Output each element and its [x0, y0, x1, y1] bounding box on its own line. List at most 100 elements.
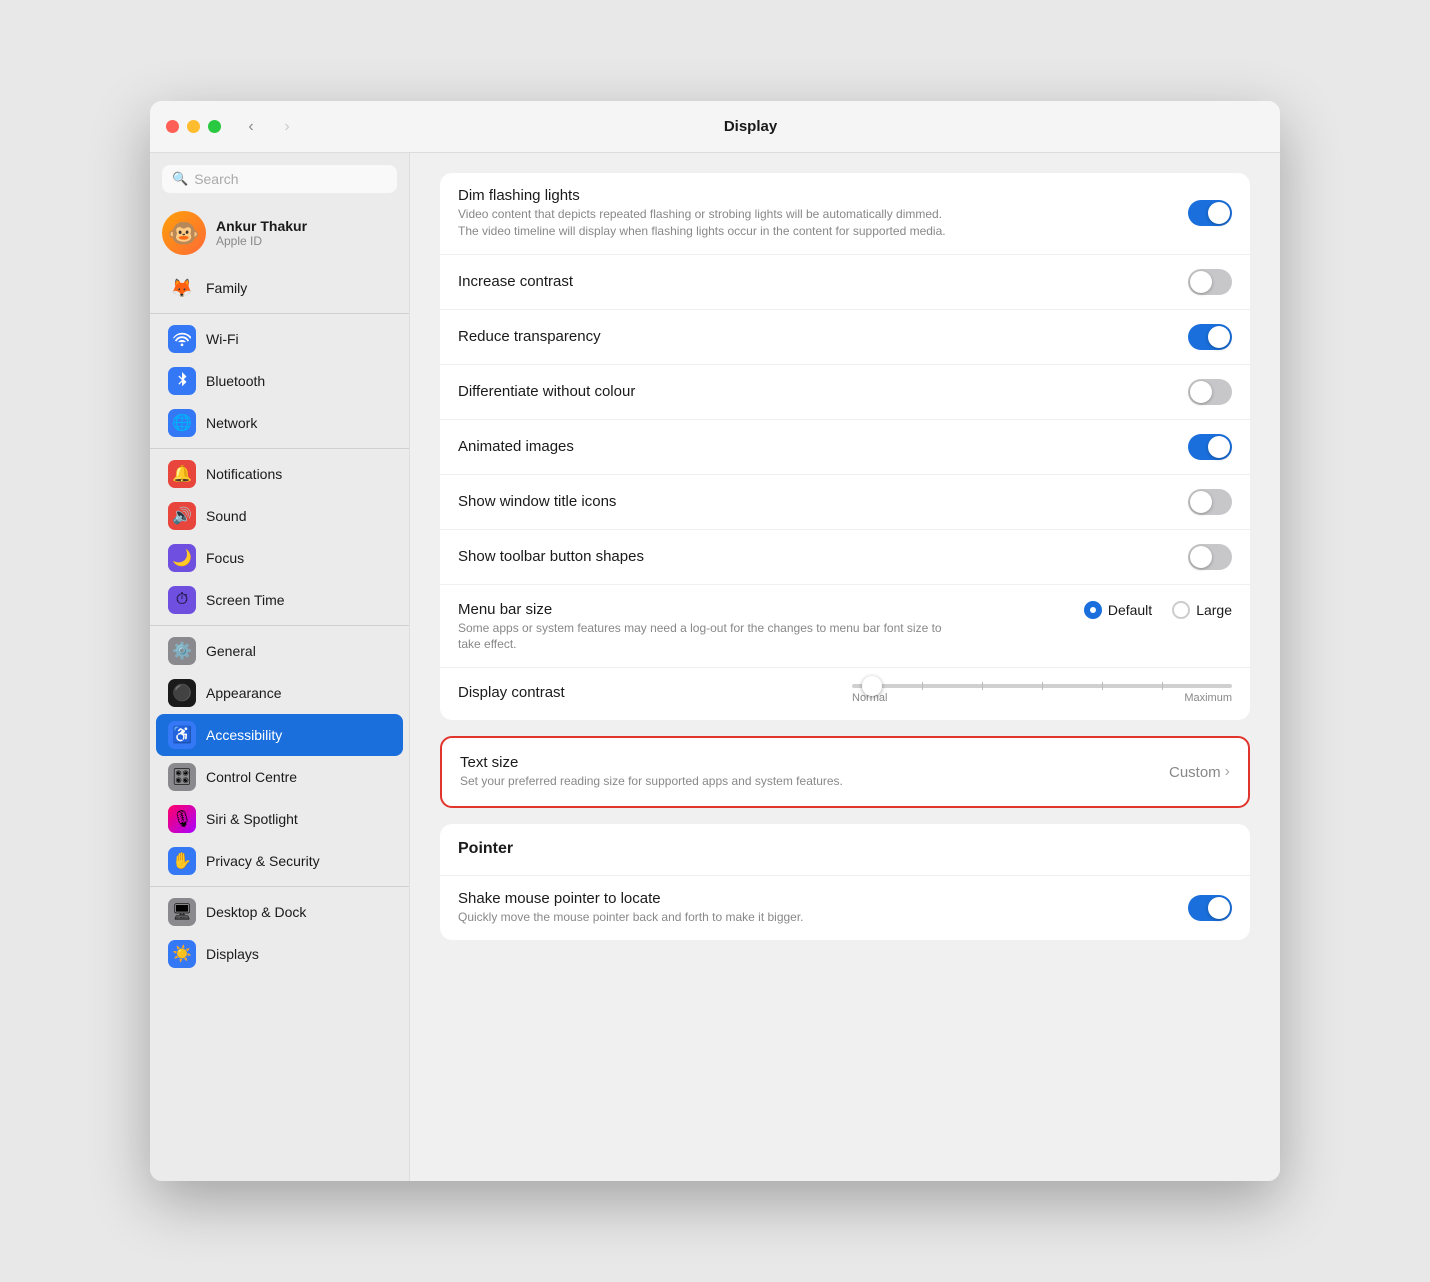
toggle-knob	[1208, 202, 1230, 224]
titlebar: ‹ › Display	[150, 101, 1280, 153]
sidebar-item-wifi[interactable]: Wi-Fi	[156, 318, 403, 360]
chevron-right-icon: ›	[1225, 763, 1230, 781]
sidebar-divider-1	[150, 313, 409, 314]
notifications-icon: 🔔	[168, 460, 196, 488]
differentiate-colour-toggle[interactable]	[1188, 379, 1232, 405]
avatar: 🐵	[162, 211, 206, 255]
text-size-row[interactable]: Text size Set your preferred reading siz…	[442, 738, 1248, 806]
sidebar-item-focus[interactable]: 🌙 Focus	[156, 537, 403, 579]
sidebar-item-network[interactable]: 🌐 Network	[156, 402, 403, 444]
sidebar-item-screen-time[interactable]: ⏱ Screen Time	[156, 579, 403, 621]
menu-bar-size-row: Menu bar size Some apps or system featur…	[440, 585, 1250, 669]
animated-images-left: Animated images	[458, 438, 1188, 455]
search-box[interactable]: 🔍 Search	[162, 165, 397, 193]
focus-icon: 🌙	[168, 544, 196, 572]
text-size-left: Text size Set your preferred reading siz…	[460, 754, 1169, 790]
shake-mouse-left: Shake mouse pointer to locate Quickly mo…	[458, 890, 1188, 926]
sidebar-item-control-centre[interactable]: 🎛 Control Centre	[156, 756, 403, 798]
window-title: Display	[237, 118, 1264, 135]
animated-images-title: Animated images	[458, 438, 1188, 455]
close-button[interactable]	[166, 120, 179, 133]
shake-mouse-subtitle: Quickly move the mouse pointer back and …	[458, 909, 958, 926]
menu-bar-size-subtitle: Some apps or system features may need a …	[458, 620, 958, 654]
reduce-transparency-left: Reduce transparency	[458, 328, 1188, 345]
sidebar-item-general[interactable]: ⚙️ General	[156, 630, 403, 672]
toolbar-button-shapes-toggle[interactable]	[1188, 544, 1232, 570]
accessibility-icon: ♿	[168, 721, 196, 749]
sound-icon: 🔊	[168, 502, 196, 530]
sidebar-item-label-displays: Displays	[206, 946, 259, 962]
text-size-value: Custom	[1169, 764, 1221, 781]
differentiate-colour-row: Differentiate without colour	[440, 365, 1250, 420]
desktop-icon: 🖥	[168, 898, 196, 926]
animated-images-toggle[interactable]	[1188, 434, 1232, 460]
menu-bar-size-default-option[interactable]: Default	[1084, 601, 1152, 619]
display-contrast-slider-track[interactable]	[852, 684, 1232, 688]
sidebar-item-notifications[interactable]: 🔔 Notifications	[156, 453, 403, 495]
family-label: Family	[206, 280, 247, 296]
sidebar-item-label-privacy: Privacy & Security	[206, 853, 320, 869]
pointer-header-left: Pointer	[458, 840, 1232, 858]
pointer-section-header: Pointer	[440, 824, 1250, 876]
text-size-section[interactable]: Text size Set your preferred reading siz…	[440, 736, 1250, 808]
shake-mouse-toggle[interactable]	[1188, 895, 1232, 921]
toggle-knob	[1190, 271, 1212, 293]
menu-bar-size-title: Menu bar size	[458, 601, 1084, 618]
sidebar-item-label-siri: Siri & Spotlight	[206, 811, 298, 827]
reduce-transparency-title: Reduce transparency	[458, 328, 1188, 345]
differentiate-colour-title: Differentiate without colour	[458, 383, 1188, 400]
contrast-maximum-label: Maximum	[1184, 692, 1232, 704]
sidebar-item-sound[interactable]: 🔊 Sound	[156, 495, 403, 537]
reduce-transparency-toggle[interactable]	[1188, 324, 1232, 350]
sidebar-item-label-appearance: Appearance	[206, 685, 282, 701]
display-contrast-labels: Normal Maximum	[852, 692, 1232, 704]
user-name: Ankur Thakur	[216, 218, 307, 234]
dim-flashing-lights-title: Dim flashing lights	[458, 187, 1188, 204]
text-size-subtitle: Set your preferred reading size for supp…	[460, 773, 960, 790]
menu-bar-size-large-option[interactable]: Large	[1172, 601, 1232, 619]
bluetooth-icon	[168, 367, 196, 395]
display-accessibility-section: Dim flashing lights Video content that d…	[440, 173, 1250, 720]
increase-contrast-left: Increase contrast	[458, 273, 1188, 290]
user-section[interactable]: 🐵 Ankur Thakur Apple ID	[150, 205, 409, 267]
menu-bar-size-large-label: Large	[1196, 602, 1232, 618]
increase-contrast-toggle[interactable]	[1188, 269, 1232, 295]
window-title-icons-row: Show window title icons	[440, 475, 1250, 530]
sidebar-item-displays[interactable]: ☀️ Displays	[156, 933, 403, 975]
content-area: 🔍 Search 🐵 Ankur Thakur Apple ID 🦊 Famil…	[150, 153, 1280, 1181]
sidebar-divider-2	[150, 448, 409, 449]
window-title-icons-title: Show window title icons	[458, 493, 1188, 510]
sidebar-item-privacy-security[interactable]: ✋ Privacy & Security	[156, 840, 403, 882]
sidebar-divider-3	[150, 625, 409, 626]
menu-bar-size-large-radio[interactable]	[1172, 601, 1190, 619]
pointer-label: Pointer	[458, 840, 1232, 858]
increase-contrast-row: Increase contrast	[440, 255, 1250, 310]
toggle-knob	[1190, 546, 1212, 568]
sidebar-item-desktop-dock[interactable]: 🖥 Desktop & Dock	[156, 891, 403, 933]
menu-bar-size-default-label: Default	[1108, 602, 1152, 618]
sidebar-item-label-wifi: Wi-Fi	[206, 331, 239, 347]
search-placeholder: Search	[194, 171, 238, 187]
screen-time-icon: ⏱	[168, 586, 196, 614]
sidebar-item-bluetooth[interactable]: Bluetooth	[156, 360, 403, 402]
sidebar-item-siri-spotlight[interactable]: 🎙 Siri & Spotlight	[156, 798, 403, 840]
toggle-knob	[1208, 326, 1230, 348]
differentiate-colour-left: Differentiate without colour	[458, 383, 1188, 400]
appearance-icon: ⚫	[168, 679, 196, 707]
toolbar-button-shapes-row: Show toolbar button shapes	[440, 530, 1250, 585]
text-size-value-group: Custom ›	[1169, 763, 1230, 781]
dim-flashing-lights-subtitle: Video content that depicts repeated flas…	[458, 206, 958, 240]
sidebar-item-family[interactable]: 🦊 Family	[156, 267, 403, 309]
dim-flashing-lights-toggle[interactable]	[1188, 200, 1232, 226]
sidebar-item-accessibility[interactable]: ♿ Accessibility	[156, 714, 403, 756]
dim-flashing-lights-row: Dim flashing lights Video content that d…	[440, 173, 1250, 255]
siri-icon: 🎙	[168, 805, 196, 833]
sidebar-item-label-accessibility: Accessibility	[206, 727, 282, 743]
window-title-icons-toggle[interactable]	[1188, 489, 1232, 515]
toggle-knob	[1190, 491, 1212, 513]
menu-bar-size-default-radio[interactable]	[1084, 601, 1102, 619]
maximize-button[interactable]	[208, 120, 221, 133]
minimize-button[interactable]	[187, 120, 200, 133]
sidebar-item-appearance[interactable]: ⚫ Appearance	[156, 672, 403, 714]
sidebar-item-label-bluetooth: Bluetooth	[206, 373, 265, 389]
